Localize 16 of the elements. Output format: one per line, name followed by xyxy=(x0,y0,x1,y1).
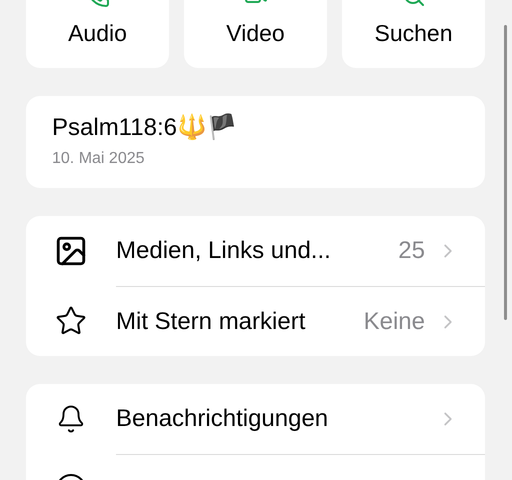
contact-about: Psalm118:6🔱🏴 xyxy=(52,113,238,143)
settings-row[interactable]: Medien, Links und... 25 xyxy=(26,216,485,286)
star-icon xyxy=(55,305,87,337)
action-button[interactable]: Video xyxy=(184,0,327,68)
row-label: Medien, Links und... xyxy=(116,236,332,266)
row-label: Benachrichtigungen xyxy=(116,404,330,434)
row-value: Keine xyxy=(364,306,425,336)
row-label: Mit Stern markiert xyxy=(116,306,306,336)
action-button[interactable]: Suchen xyxy=(342,0,485,68)
settings-row[interactable]: Mit Stern markiert Keine xyxy=(26,286,485,356)
bell-icon xyxy=(56,404,86,434)
settings-row[interactable]: Benachrichtigungen xyxy=(26,384,485,454)
action-button[interactable]: Audio xyxy=(26,0,169,68)
image-icon xyxy=(54,234,88,268)
about-date: 10. Mai 2025 xyxy=(52,149,146,169)
row-value: 25 xyxy=(398,236,425,266)
